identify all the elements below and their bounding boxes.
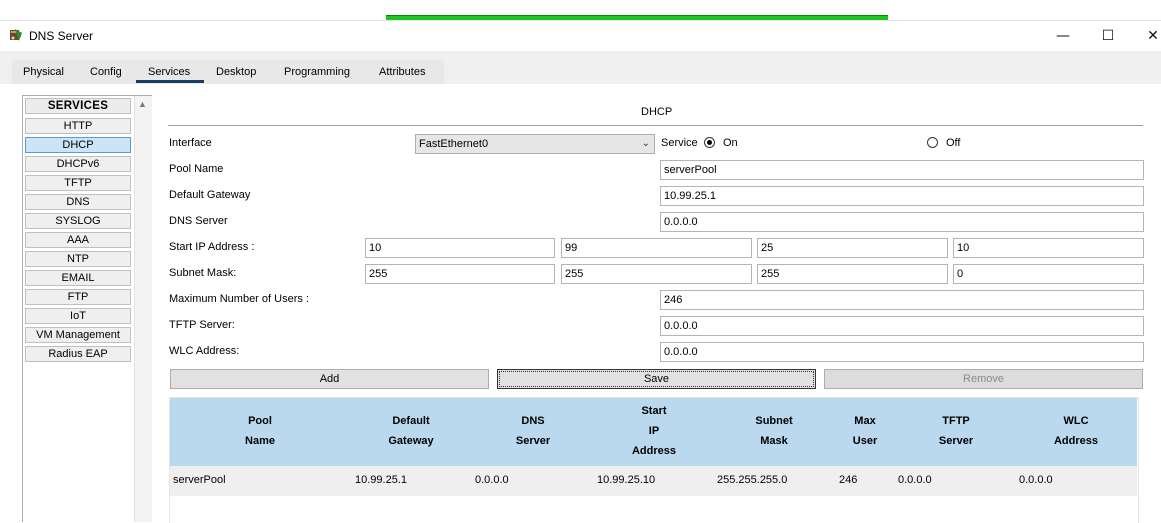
interface-select[interactable]: FastEthernet0 ⌄ (415, 134, 655, 154)
scroll-up-icon[interactable]: ▲ (138, 99, 147, 109)
tab-physical[interactable]: Physical (23, 66, 64, 78)
cell-max-user: 246 (839, 474, 858, 486)
header-max-user: Max User (852, 415, 878, 447)
header-wlc-address: WLC Address (1053, 415, 1099, 447)
header-subnet-mask: Subnet Mask (755, 415, 793, 447)
sidebar-item-iot[interactable]: IoT (25, 308, 131, 324)
start-ip-octet-3[interactable]: 25 (757, 238, 948, 258)
start-ip-octet-4[interactable]: 10 (953, 238, 1144, 258)
sidebar-item-tftp[interactable]: TFTP (25, 175, 131, 191)
sidebar-item-dhcpv6[interactable]: DHCPv6 (25, 156, 131, 172)
wlc-address-field[interactable]: 0.0.0.0 (660, 342, 1144, 362)
cell-pool-name: serverPool (173, 474, 226, 486)
sidebar-item-radius-eap[interactable]: Radius EAP (25, 346, 131, 362)
window-title: DNS Server (29, 29, 94, 43)
cell-wlc-address: 0.0.0.0 (1019, 474, 1053, 486)
tab-desktop[interactable]: Desktop (216, 66, 256, 78)
sidebar-item-ntp[interactable]: NTP (25, 251, 131, 267)
start-ip-octet-1[interactable]: 10 (365, 238, 555, 258)
pool-name-field[interactable]: serverPool (660, 160, 1144, 180)
add-button[interactable]: Add (170, 369, 489, 389)
service-on-label: On (723, 137, 738, 149)
wlc-address-label: WLC Address: (169, 345, 240, 357)
remove-button[interactable]: Remove (824, 369, 1143, 389)
tab-services[interactable]: Services (148, 66, 190, 78)
cell-subnet-mask: 255.255.255.0 (717, 474, 788, 486)
subnet-label: Subnet Mask: (169, 267, 237, 279)
pool-name-label: Pool Name (169, 163, 224, 175)
sidebar-item-aaa[interactable]: AAA (25, 232, 131, 248)
max-users-label: Maximum Number of Users : (169, 293, 309, 305)
service-off-radio[interactable] (927, 137, 938, 148)
sidebar-item-dns[interactable]: DNS (25, 194, 131, 210)
subnet-octet-3[interactable]: 255 (757, 264, 948, 284)
subnet-octet-1[interactable]: 255 (365, 264, 555, 284)
subnet-octet-2[interactable]: 255 (561, 264, 752, 284)
title-bar: DNS Server — ☐ ✕ (0, 20, 1161, 52)
radio-selected-dot (707, 140, 712, 145)
start-ip-label: Start IP Address : (169, 241, 255, 253)
header-default-gateway: Default Gateway (388, 415, 434, 447)
sidebar-item-dhcp[interactable]: DHCP (25, 137, 131, 153)
tab-programming[interactable]: Programming (284, 66, 350, 78)
header-pool-name: Pool Name (245, 415, 275, 447)
gateway-field[interactable]: 10.99.25.1 (660, 186, 1144, 206)
cell-start-ip: 10.99.25.10 (597, 474, 656, 486)
tab-config[interactable]: Config (90, 66, 122, 78)
sidebar-item-http[interactable]: HTTP (25, 118, 131, 134)
section-divider (168, 125, 1143, 126)
active-tab-indicator (136, 80, 204, 83)
chevron-down-icon: ⌄ (641, 138, 650, 149)
service-on-radio[interactable] (704, 137, 715, 148)
sidebar-item-syslog[interactable]: SYSLOG (25, 213, 131, 229)
sidebar-item-ftp[interactable]: FTP (25, 289, 131, 305)
dns-server-label: DNS Server (169, 215, 228, 227)
sidebar-header: SERVICES (25, 98, 131, 114)
dns-server-field[interactable]: 0.0.0.0 (660, 212, 1144, 232)
header-dns-server: DNS Server (515, 415, 551, 447)
interface-label: Interface (169, 137, 212, 149)
close-button[interactable]: ✕ (1142, 26, 1161, 46)
service-label: Service (661, 137, 698, 149)
save-button[interactable]: Save (497, 369, 816, 389)
tab-attributes[interactable]: Attributes (379, 66, 425, 78)
header-tftp-server: TFTP Server (938, 415, 974, 447)
subnet-octet-4[interactable]: 0 (953, 264, 1144, 284)
start-ip-octet-2[interactable]: 99 (561, 238, 752, 258)
cell-default-gateway: 10.99.25.1 (355, 474, 407, 486)
gateway-label: Default Gateway (169, 189, 251, 201)
server-app-icon (10, 29, 22, 41)
interface-value: FastEthernet0 (419, 138, 489, 150)
sidebar-item-vm-management[interactable]: VM Management (25, 327, 131, 343)
service-off-label: Off (946, 137, 961, 149)
sidebar-scrollbar[interactable]: ▲ (134, 96, 152, 522)
tftp-server-label: TFTP Server: (169, 319, 235, 331)
max-users-field[interactable]: 246 (660, 290, 1144, 310)
maximize-button[interactable]: ☐ (1097, 26, 1119, 46)
header-start-ip: Start IP Address (631, 405, 677, 457)
cell-dns-server: 0.0.0.0 (475, 474, 509, 486)
cell-tftp-server: 0.0.0.0 (898, 474, 932, 486)
tftp-server-field[interactable]: 0.0.0.0 (660, 316, 1144, 336)
minimize-button[interactable]: — (1052, 26, 1074, 46)
section-title: DHCP (641, 106, 673, 118)
sidebar-item-email[interactable]: EMAIL (25, 270, 131, 286)
